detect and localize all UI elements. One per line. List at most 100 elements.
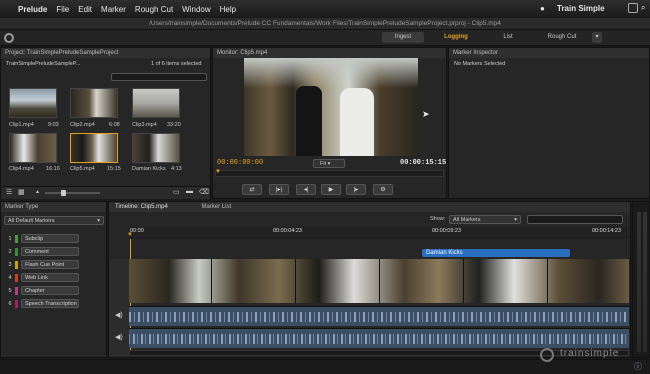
fit-value: Fit xyxy=(320,161,327,167)
project-panel-title[interactable]: Project: TrainSimplePreludeSampleProject xyxy=(1,48,210,58)
marker-label: Chapter xyxy=(21,286,79,296)
filmstrip-divider xyxy=(379,259,380,303)
show-value: All Markers xyxy=(453,217,481,223)
show-dropdown[interactable]: All Markers ▾ xyxy=(449,215,521,224)
clip-duration: 16:16 xyxy=(46,166,60,172)
monitor-panel-title[interactable]: Monitor: Clip5.mp4 xyxy=(213,48,446,58)
workspace-logging[interactable]: Logging xyxy=(430,32,482,43)
audio-waveform xyxy=(129,312,629,322)
project-search-input[interactable] xyxy=(111,73,207,81)
marker-type-flash-cue[interactable]: 3 Flash Cue Point xyxy=(5,260,95,270)
menu-window[interactable]: Window xyxy=(182,5,210,14)
marker-key: 4 xyxy=(8,275,12,281)
timeline-tabs: Timeline: Clip5.mp4 Marker List xyxy=(109,202,630,212)
clip-thumbnail[interactable] xyxy=(9,133,57,163)
clip-name: Clip3.mp4 xyxy=(132,122,157,128)
folder-icon[interactable]: ▬ xyxy=(186,188,193,195)
marker-color-swatch xyxy=(15,299,18,308)
audio-waveform xyxy=(129,334,629,344)
marker-type-chapter[interactable]: 5 Chapter xyxy=(5,286,95,296)
loop-button[interactable]: ⇄ xyxy=(242,184,262,195)
playhead-icon[interactable]: ▼ xyxy=(127,232,133,238)
current-timecode[interactable]: 00:00:00:00 xyxy=(217,159,263,167)
step-back-button[interactable]: ◂| xyxy=(296,184,316,195)
workspace-ingest[interactable]: Ingest xyxy=(382,32,424,43)
video-frame xyxy=(244,58,418,156)
play-in-out-button[interactable]: |▸| xyxy=(269,184,289,195)
clip-thumbnail-selected[interactable] xyxy=(70,133,118,163)
menu-rough-cut[interactable]: Rough Cut xyxy=(135,5,173,14)
clip-name: Clip1.mp4 xyxy=(9,122,34,128)
marker-label: Subclip xyxy=(21,234,79,244)
info-icon[interactable]: ⓘ xyxy=(634,361,642,372)
clip-thumbnail[interactable] xyxy=(9,88,57,118)
app-menu[interactable]: Prelude xyxy=(18,5,47,14)
monitor-panel: Monitor: Clip5.mp4 ➤ 00:00:00:00 Fit ▾ 0… xyxy=(212,47,447,199)
clip-name: Clip5.mp4 xyxy=(70,166,95,172)
marker-key: 5 xyxy=(8,288,12,294)
clip-name: Clip2.mp4 xyxy=(70,122,95,128)
new-bin-icon[interactable]: ▭ xyxy=(173,188,180,196)
marker-filter-dropdown[interactable]: All Default Markers ▾ xyxy=(4,216,104,225)
ruler-tick-label: 00:00:04:23 xyxy=(273,228,303,234)
subclip-marker[interactable]: Damian Kicks xyxy=(422,249,570,257)
icon-view-icon[interactable]: ▦ xyxy=(18,188,25,196)
menu-help[interactable]: Help xyxy=(220,5,236,14)
marker-type-subclip[interactable]: 1 Subclip xyxy=(5,234,95,244)
video-sky xyxy=(244,58,418,88)
menu-file[interactable]: File xyxy=(56,5,69,14)
timeline-scrollbar[interactable] xyxy=(129,350,629,356)
clip-name: Clip4.mp4 xyxy=(9,166,34,172)
marker-color-swatch xyxy=(15,247,18,256)
fit-dropdown[interactable]: Fit ▾ xyxy=(313,159,345,168)
speaker-icon[interactable]: ◀) xyxy=(115,333,123,341)
marker-type-comment[interactable]: 2 Comment xyxy=(5,247,95,257)
slider-handle[interactable] xyxy=(61,190,66,196)
spotlight-icon[interactable]: ⌕ xyxy=(641,3,645,13)
clip-duration: 9:03 xyxy=(48,122,59,128)
video-track[interactable] xyxy=(129,259,629,303)
marker-color-swatch xyxy=(15,273,18,282)
duration-timecode: 00:00:15:15 xyxy=(400,159,447,167)
playhead-icon[interactable]: ▼ xyxy=(215,169,221,175)
marker-key: 1 xyxy=(8,236,12,242)
meter-bar xyxy=(643,212,647,352)
menu-extras-icon[interactable] xyxy=(628,3,638,13)
menu-edit[interactable]: Edit xyxy=(78,5,92,14)
clip-name: Damian Kicks xyxy=(132,166,166,172)
tab-marker-list[interactable]: Marker List xyxy=(195,202,237,212)
tab-timeline[interactable]: Timeline: Clip5.mp4 xyxy=(109,202,174,212)
settings-button[interactable]: ⚙ xyxy=(373,184,393,195)
workspace-list[interactable]: List xyxy=(488,32,528,43)
thumbnail-size-slider[interactable] xyxy=(45,192,100,194)
play-button[interactable]: ▶ xyxy=(321,184,341,195)
marker-type-speech[interactable]: 6 Speech Transcription xyxy=(5,299,95,309)
trash-icon[interactable]: ⌫ xyxy=(199,188,209,196)
subclip-label: Damian Kicks xyxy=(426,250,463,256)
timeline-search-input[interactable] xyxy=(527,215,623,224)
marker-type-web-link[interactable]: 4 Web Link xyxy=(5,273,95,283)
workspace-bar: Ingest Logging List Rough Cut ▾ xyxy=(0,30,650,46)
list-view-icon[interactable]: ☰ xyxy=(6,188,12,196)
marker-color-swatch xyxy=(15,260,18,269)
clip-thumbnail[interactable] xyxy=(70,88,118,118)
clip-thumbnail[interactable] xyxy=(132,133,180,163)
menu-bar: Prelude File Edit Marker Rough Cut Windo… xyxy=(0,0,650,18)
clip-duration: 6:08 xyxy=(109,122,120,128)
show-label: Show: xyxy=(430,216,446,222)
workspace-menu-button[interactable]: ▾ xyxy=(592,32,602,43)
step-forward-button[interactable]: |▸ xyxy=(346,184,366,195)
watermark-text: trainsimple xyxy=(560,348,620,359)
zoom-small-icon: ▲ xyxy=(35,189,40,195)
speaker-icon[interactable]: ◀) xyxy=(115,311,123,319)
monitor-timebar[interactable] xyxy=(215,170,444,177)
menu-marker[interactable]: Marker xyxy=(101,5,126,14)
marker-type-title[interactable]: Marker Type xyxy=(1,202,106,212)
workspace-rough-cut[interactable]: Rough Cut xyxy=(534,32,590,43)
clip-thumbnail[interactable] xyxy=(132,88,180,118)
marker-inspector-panel: Marker Inspector No Markers Selected xyxy=(448,47,650,199)
inspector-title[interactable]: Marker Inspector xyxy=(449,48,649,58)
cursor-icon: ➤ xyxy=(422,109,430,119)
time-ruler[interactable] xyxy=(129,227,629,239)
ruler-tick-label: 00:00:14:23 xyxy=(592,228,622,234)
